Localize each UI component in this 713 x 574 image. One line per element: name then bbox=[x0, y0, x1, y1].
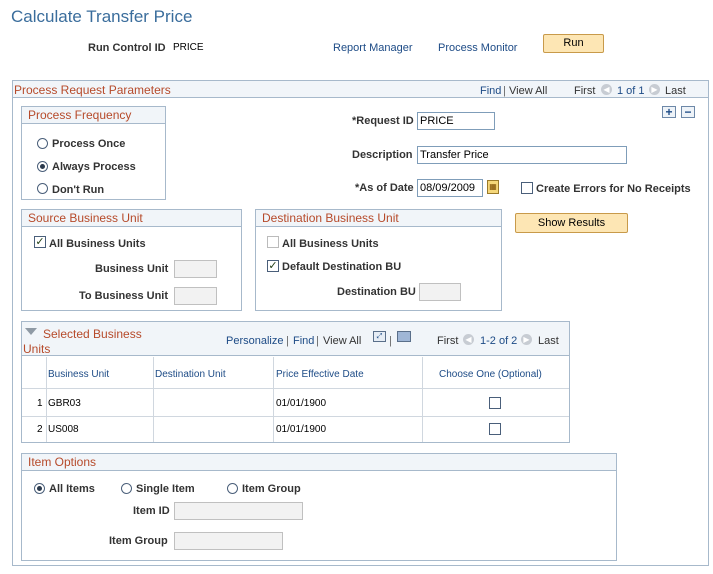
params-first-label: First bbox=[574, 85, 596, 97]
grid-find-link[interactable]: Find bbox=[293, 335, 314, 347]
source-all-bu-label: All Business Units bbox=[49, 238, 146, 250]
as-of-date-input[interactable]: 08/09/2009 bbox=[417, 179, 483, 197]
personalize-link[interactable]: Personalize bbox=[226, 335, 283, 347]
params-title: Process Request Parameters bbox=[14, 83, 171, 97]
item-group-label: Item Group bbox=[109, 535, 168, 547]
to-business-unit-input[interactable] bbox=[174, 287, 217, 305]
params-view-all-link[interactable]: View All bbox=[509, 85, 547, 97]
always-process-label: Always Process bbox=[52, 161, 136, 173]
delete-row-icon[interactable]: − bbox=[681, 106, 695, 118]
selected-bu-title-line1: Selected Business bbox=[43, 327, 142, 341]
process-frequency-title: Process Frequency bbox=[22, 107, 165, 124]
row-choose-checkbox[interactable] bbox=[489, 423, 501, 435]
create-errors-checkbox[interactable] bbox=[521, 182, 533, 194]
col-divider bbox=[153, 357, 154, 442]
grid-last-label: Last bbox=[538, 335, 559, 347]
business-unit-input[interactable] bbox=[174, 260, 217, 278]
calendar-icon[interactable]: ▦ bbox=[487, 180, 499, 194]
separator: | bbox=[503, 85, 506, 97]
add-row-icon[interactable]: + bbox=[662, 106, 676, 118]
dest-bu-title: Destination Business Unit bbox=[256, 210, 501, 227]
col-divider bbox=[422, 357, 423, 442]
item-group-input[interactable] bbox=[174, 532, 283, 550]
radio-item-group[interactable] bbox=[227, 483, 238, 494]
dest-all-bu-label: All Business Units bbox=[282, 238, 379, 250]
row-business-unit: US008 bbox=[48, 424, 79, 435]
col-business-unit[interactable]: Business Unit bbox=[48, 369, 109, 380]
report-manager-link[interactable]: Report Manager bbox=[333, 42, 413, 54]
zoom-grid-icon[interactable]: ⤢ bbox=[373, 331, 386, 342]
col-price-effective-date[interactable]: Price Effective Date bbox=[276, 369, 364, 380]
process-once-label: Process Once bbox=[52, 138, 126, 150]
default-dest-bu-checkbox[interactable]: ✓ bbox=[267, 260, 279, 272]
dont-run-label: Don't Run bbox=[52, 184, 105, 196]
radio-all-items[interactable] bbox=[34, 483, 45, 494]
col-divider bbox=[273, 357, 274, 442]
next-arrow-icon[interactable]: ▶ bbox=[649, 84, 660, 95]
grid-prev-arrow-icon[interactable]: ◀ bbox=[463, 334, 474, 345]
radio-dont-run[interactable] bbox=[37, 183, 48, 194]
description-input[interactable]: Transfer Price bbox=[417, 146, 627, 164]
separator: | bbox=[286, 335, 289, 347]
single-item-label: Single Item bbox=[136, 483, 195, 495]
grid-next-arrow-icon[interactable]: ▶ bbox=[521, 334, 532, 345]
run-control-value: PRICE bbox=[173, 42, 204, 53]
row-price-date: 01/01/1900 bbox=[276, 398, 327, 409]
item-id-label: Item ID bbox=[133, 505, 170, 517]
item-options-title: Item Options bbox=[22, 454, 616, 471]
col-choose-one[interactable]: Choose One (Optional) bbox=[439, 369, 542, 380]
source-bu-title: Source Business Unit bbox=[22, 210, 241, 227]
params-find-link[interactable]: Find bbox=[480, 85, 501, 97]
destination-bu-label: Destination BU bbox=[337, 286, 416, 298]
source-all-bu-checkbox[interactable]: ✓ bbox=[34, 236, 46, 248]
grid-first-label: First bbox=[437, 335, 459, 347]
row-choose-checkbox[interactable] bbox=[489, 397, 501, 409]
row-number: 1 bbox=[37, 398, 43, 409]
radio-single-item[interactable] bbox=[121, 483, 132, 494]
row-business-unit: GBR03 bbox=[48, 398, 81, 409]
col-destination-unit[interactable]: Destination Unit bbox=[155, 369, 226, 380]
download-grid-icon[interactable] bbox=[397, 331, 411, 342]
collapse-triangle-icon[interactable] bbox=[25, 328, 37, 335]
radio-always-process[interactable] bbox=[37, 161, 48, 172]
separator: | bbox=[316, 335, 319, 347]
params-last-label: Last bbox=[665, 85, 686, 97]
all-items-label: All Items bbox=[49, 483, 95, 495]
item-id-input[interactable] bbox=[174, 502, 303, 520]
row-number: 2 bbox=[37, 424, 43, 435]
item-group-option-label: Item Group bbox=[242, 483, 301, 495]
description-label: Description bbox=[352, 149, 413, 161]
default-dest-bu-label: Default Destination BU bbox=[282, 261, 402, 273]
separator: | bbox=[389, 335, 392, 347]
as-of-date-label: *As of Date bbox=[355, 182, 414, 194]
request-id-label: *Request ID bbox=[352, 115, 414, 127]
destination-bu-input[interactable] bbox=[419, 283, 461, 301]
radio-process-once[interactable] bbox=[37, 138, 48, 149]
process-monitor-link[interactable]: Process Monitor bbox=[438, 42, 517, 54]
page-title: Calculate Transfer Price bbox=[11, 7, 193, 26]
selected-bu-title-line2: Units bbox=[23, 342, 51, 356]
row-price-date: 01/01/1900 bbox=[276, 424, 327, 435]
prev-arrow-icon[interactable]: ◀ bbox=[601, 84, 612, 95]
to-business-unit-label: To Business Unit bbox=[79, 290, 169, 302]
params-range: 1 of 1 bbox=[617, 85, 645, 97]
col-divider bbox=[46, 357, 47, 442]
dest-all-bu-checkbox[interactable] bbox=[267, 236, 279, 248]
run-control-label: Run Control ID bbox=[88, 42, 166, 54]
run-button[interactable]: Run bbox=[543, 34, 604, 53]
business-unit-label: Business Unit bbox=[95, 263, 169, 275]
request-id-input[interactable]: PRICE bbox=[417, 112, 495, 130]
grid-range: 1-2 of 2 bbox=[480, 335, 518, 347]
show-results-button[interactable]: Show Results bbox=[515, 213, 628, 233]
grid-view-all-link[interactable]: View All bbox=[323, 335, 361, 347]
row-divider bbox=[22, 416, 569, 417]
create-errors-label: Create Errors for No Receipts bbox=[536, 183, 691, 195]
